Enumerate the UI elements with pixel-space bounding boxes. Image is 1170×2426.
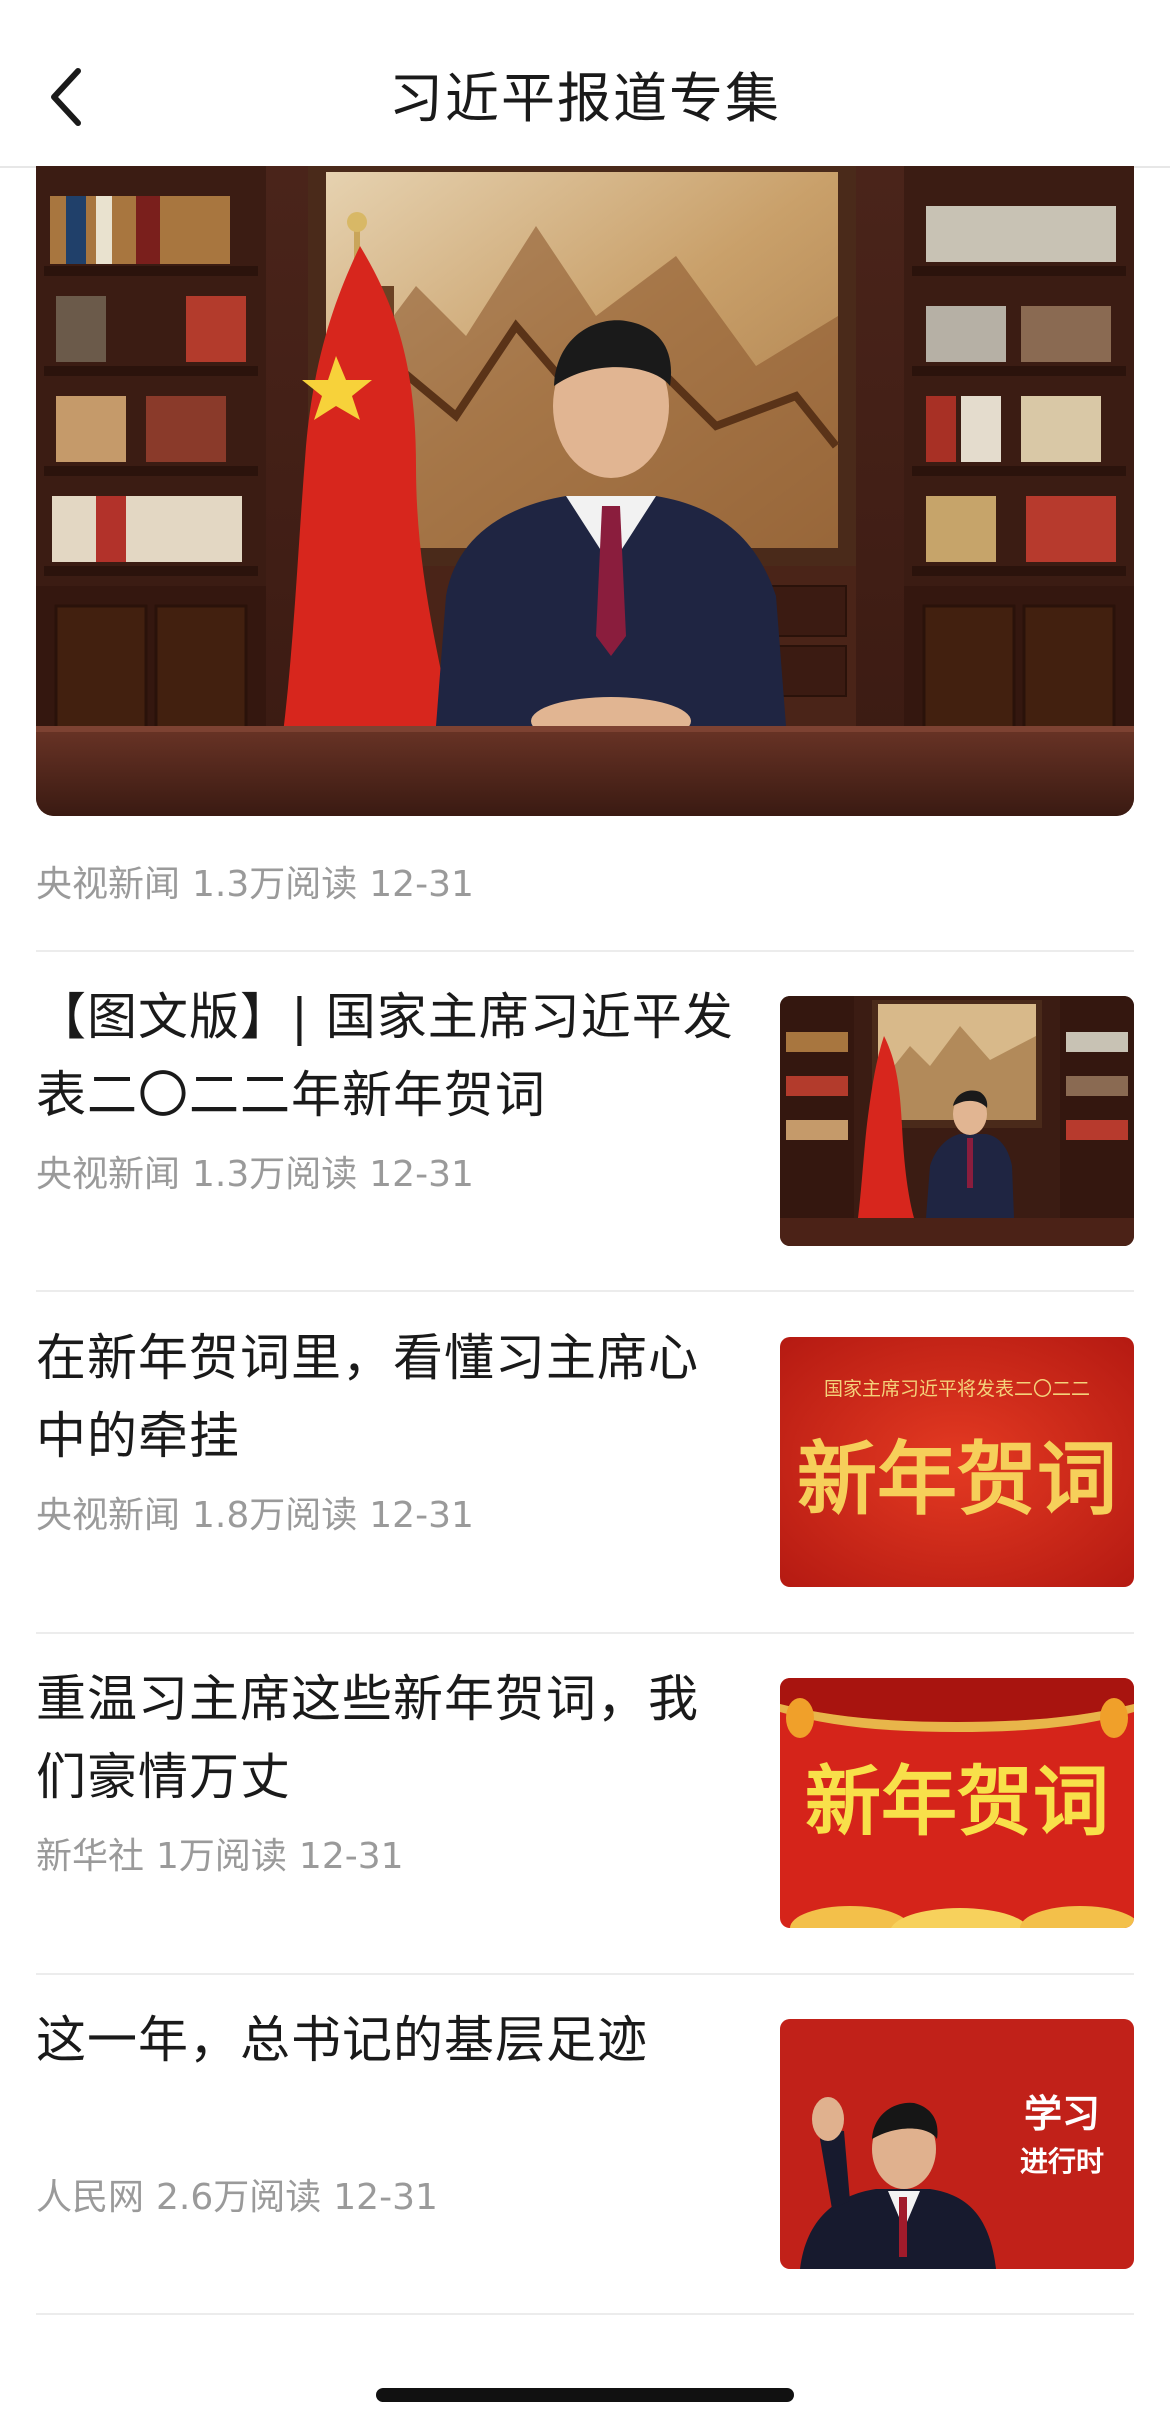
article-meta: 新华社 1万阅读 12-31 xyxy=(36,1834,416,1880)
hero-article-image[interactable] xyxy=(36,166,1134,816)
read-count: 1.3万阅读 xyxy=(192,1154,358,1195)
article-title: 这一年，总书记的基层足迹 xyxy=(36,2011,648,2069)
home-indicator[interactable] xyxy=(376,2388,794,2402)
article-title: 重温习主席这些新年贺词，我们豪情万丈 xyxy=(36,1670,699,1806)
source-label: 人民网 xyxy=(36,2177,145,2218)
thumbnail-headline: 新年贺词 xyxy=(797,1432,1117,1526)
page-title: 习近平报道专集 xyxy=(389,67,781,130)
read-count: 2.6万阅读 xyxy=(156,2177,322,2218)
thumbnail-headline: 学习 xyxy=(1024,2091,1100,2136)
divider xyxy=(36,2313,1134,2315)
top-navigation-bar: 习近平报道专集 xyxy=(0,0,1170,168)
read-count: 1.8万阅读 xyxy=(192,1495,358,1536)
source-label: 央视新闻 xyxy=(36,1154,181,1195)
read-count: 1.3万阅读 xyxy=(192,864,358,905)
article-item[interactable]: 这一年，总书记的基层足迹 人民网 2.6万阅读 12-31 学习 进行时 xyxy=(0,1975,1170,2315)
article-meta: 央视新闻 1.8万阅读 12-31 xyxy=(36,1493,486,1539)
hero-meta: 央视新闻 1.3万阅读 12-31 xyxy=(36,862,486,908)
thumbnail-headline: 新年贺词 xyxy=(805,1757,1109,1846)
article-thumbnail: 学习 进行时 xyxy=(780,2019,1134,2269)
read-count: 1万阅读 xyxy=(156,1836,287,1877)
source-label: 央视新闻 xyxy=(36,1495,181,1536)
source-label: 新华社 xyxy=(36,1836,145,1877)
thumbnail-caption: 国家主席习近平将发表二〇二二 xyxy=(824,1378,1090,1400)
hero-photo xyxy=(36,166,1134,816)
article-thumbnail: 新年贺词 xyxy=(780,1678,1134,1928)
article-item[interactable]: 【图文版】| 国家主席习近平发表二〇二二年新年贺词 央视新闻 1.3万阅读 12-3… xyxy=(0,952,1170,1292)
article-item[interactable]: 在新年贺词里，看懂习主席心中的牵挂 央视新闻 1.8万阅读 12-31 国家主席习近… xyxy=(0,1293,1170,1633)
publish-date: 12-31 xyxy=(298,1836,404,1877)
publish-date: 12-31 xyxy=(369,1495,474,1536)
article-thumbnail: 国家主席习近平将发表二〇二二 新年贺词 xyxy=(780,1337,1134,1587)
article-title: 在新年贺词里，看懂习主席心中的牵挂 xyxy=(36,1329,699,1465)
article-title: 【图文版】| 国家主席习近平发表二〇二二年新年贺词 xyxy=(36,988,734,1124)
thumbnail-subheadline: 进行时 xyxy=(1020,2145,1104,2178)
publish-date: 12-31 xyxy=(333,2177,438,2218)
publish-date: 12-31 xyxy=(369,1154,474,1195)
source-label: 央视新闻 xyxy=(36,864,181,905)
divider xyxy=(36,1290,1134,1292)
article-item[interactable]: 重温习主席这些新年贺词，我们豪情万丈 新华社 1万阅读 12-31 新年贺词 xyxy=(0,1634,1170,1974)
article-meta: 人民网 2.6万阅读 12-31 xyxy=(36,2175,450,2221)
article-meta: 央视新闻 1.3万阅读 12-31 xyxy=(36,1152,486,1198)
article-thumbnail xyxy=(780,996,1134,1246)
publish-date: 12-31 xyxy=(369,864,474,905)
